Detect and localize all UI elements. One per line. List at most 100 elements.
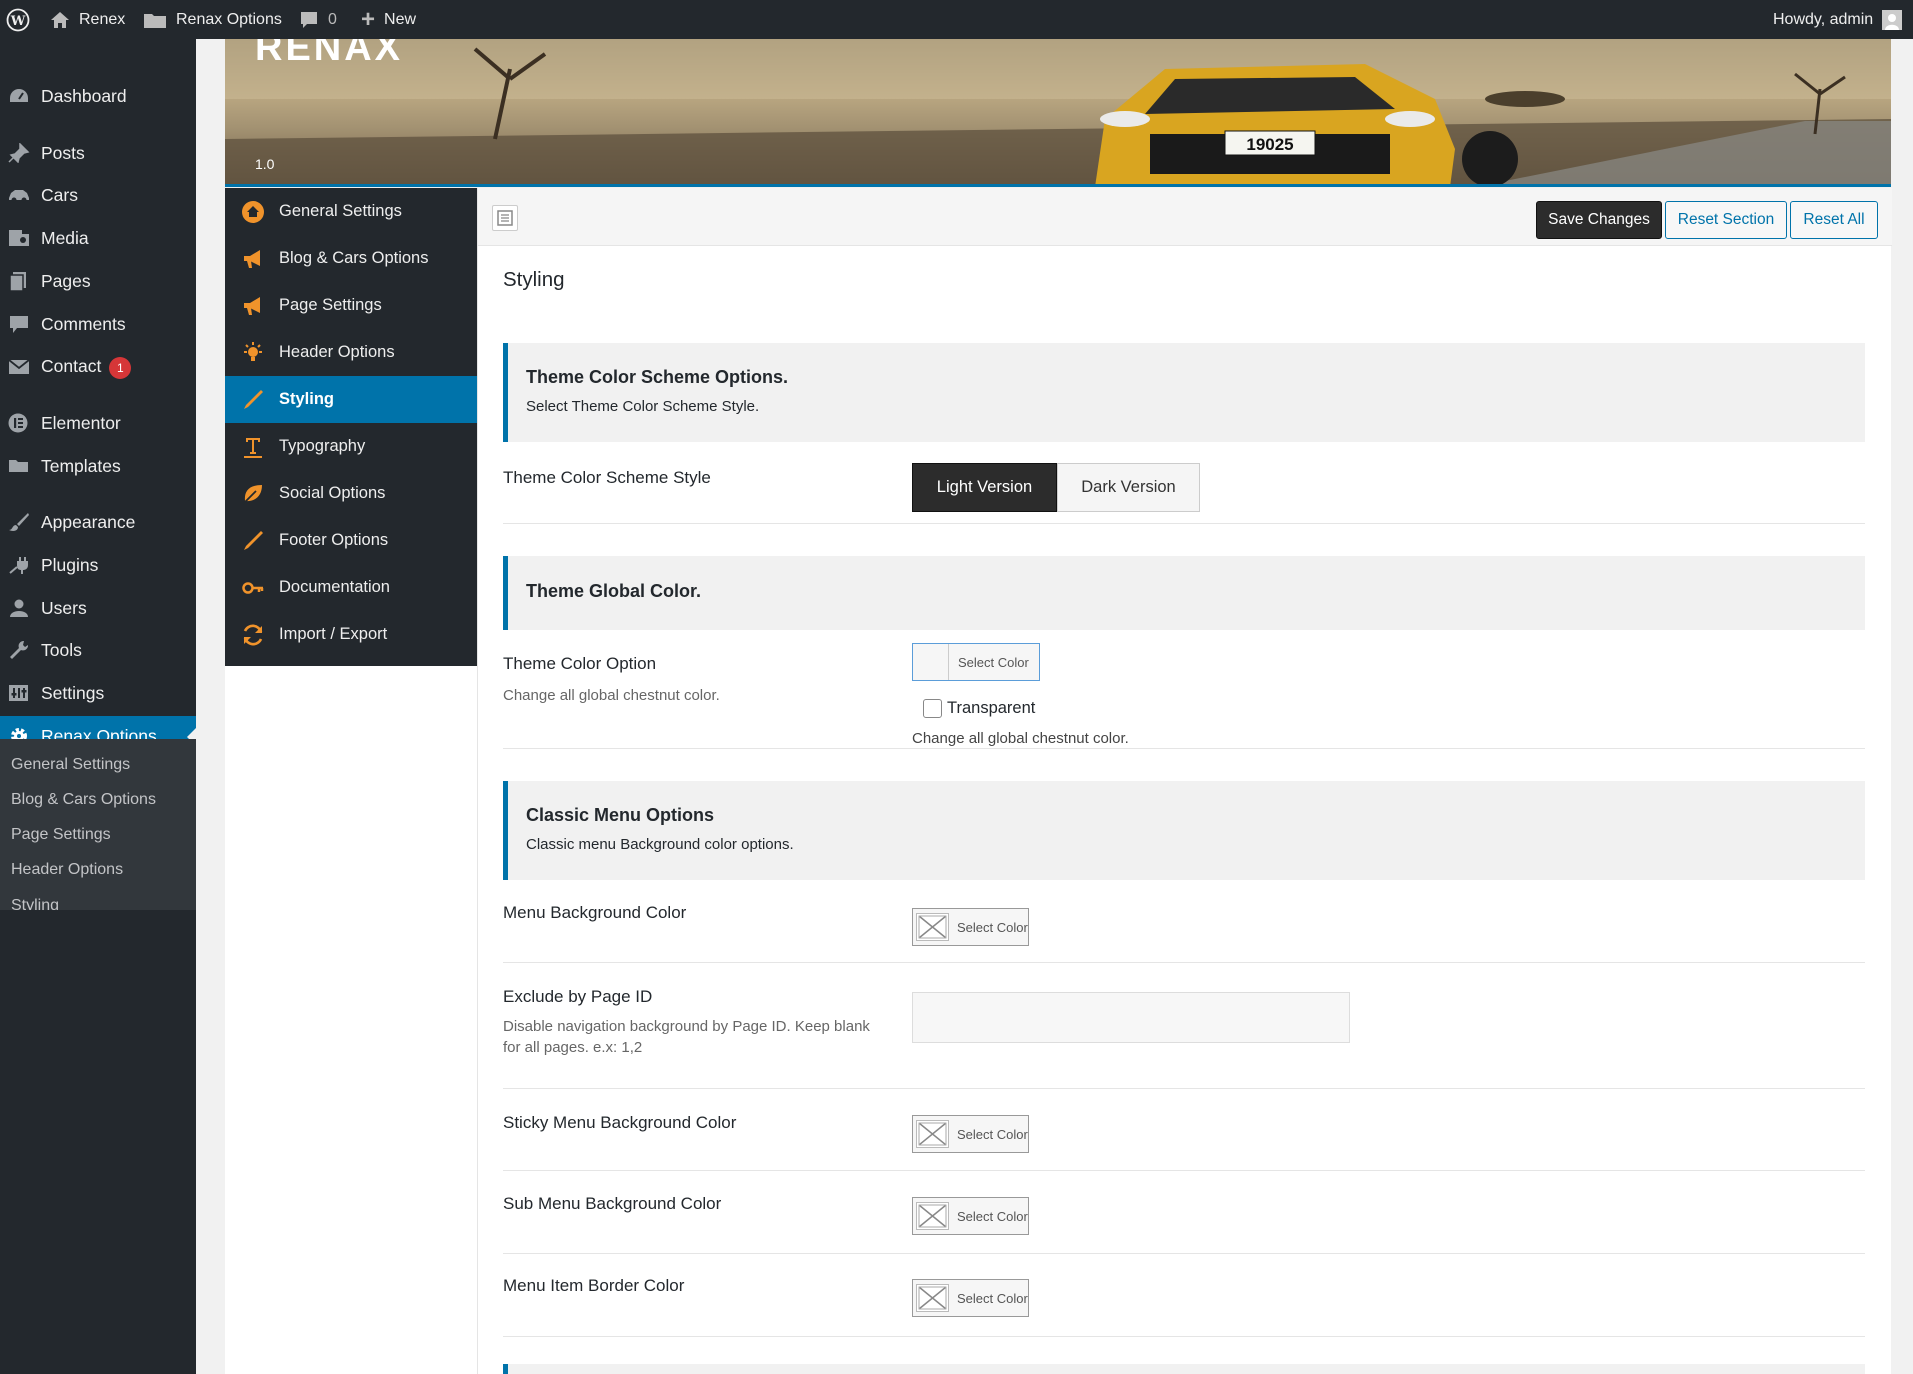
wrench-icon	[10, 640, 29, 659]
pages-icon	[9, 272, 26, 291]
field-label: Theme Color Option	[503, 654, 657, 673]
wordpress-logo-icon[interactable]: W	[6, 0, 30, 39]
site-name-link[interactable]: Renex	[50, 0, 125, 39]
submenu-item[interactable]: Page Settings	[11, 826, 111, 844]
menu-dashboard[interactable]: Dashboard	[0, 76, 196, 116]
color-swatch	[913, 644, 949, 680]
folder-icon	[144, 13, 166, 28]
transparent-checkbox[interactable]	[923, 699, 942, 718]
sub-bg-color-picker[interactable]: Select Color	[912, 1197, 1029, 1235]
my-account[interactable]: Howdy, admin	[1773, 0, 1903, 39]
options-link[interactable]: Renax Options	[143, 0, 282, 39]
dashboard-icon	[10, 89, 28, 102]
select-color-label: Select Color	[958, 654, 1029, 670]
submenu-item[interactable]: Styling	[11, 897, 59, 910]
tab-documentation[interactable]: Documentation	[225, 564, 477, 611]
pin-icon	[8, 143, 30, 163]
save-changes-button[interactable]: Save Changes	[1536, 201, 1662, 239]
section-color-scheme: Theme Color Scheme Options. Select Theme…	[503, 343, 1865, 442]
home-icon	[51, 11, 69, 28]
dark-version-option[interactable]: Dark Version	[1057, 463, 1200, 512]
tab-header-options[interactable]: Header Options	[225, 329, 477, 376]
notification-badge: 1	[109, 356, 132, 379]
banner-image: 19025	[225, 39, 1891, 187]
section-title: Theme Global Color.	[526, 581, 702, 601]
howdy-text: Howdy, admin	[1773, 10, 1874, 28]
mail-icon	[8, 359, 30, 374]
brush-icon	[9, 513, 29, 531]
menu-bg-color-picker[interactable]: Select Color	[912, 908, 1029, 946]
field-row-menu-bg: Menu Background Color	[503, 880, 1865, 963]
tab-import-export[interactable]: Import / Export	[225, 611, 477, 658]
home-icon	[242, 201, 264, 223]
text-icon	[244, 438, 262, 458]
menu-label: Dashboard	[41, 85, 127, 106]
banner-divider	[225, 184, 1891, 187]
tab-label: Import / Export	[279, 625, 388, 643]
menu-settings[interactable]: Settings	[0, 673, 196, 713]
field-label: Exclude by Page ID	[503, 987, 653, 1006]
transparent-note: Change all global chestnut color.	[912, 730, 1129, 747]
tab-label: Typography	[279, 437, 366, 455]
avatar	[1882, 9, 1903, 30]
tab-styling[interactable]: Styling	[225, 376, 477, 423]
field-row-sticky-bg: Sticky Menu Background Color	[503, 1089, 1865, 1171]
options-header-banner: 19025 RENAX 1.0	[225, 39, 1891, 187]
tab-social-options[interactable]: Social Options	[225, 470, 477, 517]
submenu-item[interactable]: Blog & Cars Options	[11, 791, 156, 809]
menu-appearance[interactable]: Appearance	[0, 502, 196, 542]
menu-templates[interactable]: Templates	[0, 446, 196, 486]
media-icon	[9, 230, 29, 246]
menu-label: Tools	[41, 639, 82, 660]
refresh-icon	[243, 624, 263, 646]
elementor-icon	[8, 413, 28, 433]
tab-label: General Settings	[279, 202, 402, 220]
section-title: Classic Menu Options	[526, 805, 715, 825]
tab-blog-cars-options[interactable]: Blog & Cars Options	[225, 235, 477, 282]
submenu-item[interactable]: Header Options	[11, 861, 123, 879]
tab-label: Social Options	[279, 484, 386, 502]
menu-pages[interactable]: Pages	[0, 261, 196, 301]
megaphone-icon	[244, 250, 260, 268]
menu-contact[interactable]: Contact 1	[0, 347, 196, 387]
comments-link[interactable]: 0	[299, 0, 337, 39]
menu-media[interactable]: Media	[0, 218, 196, 258]
field-label: Menu Background Color	[503, 903, 687, 922]
transparent-checkbox-row[interactable]: Transparent	[923, 699, 1035, 718]
field-desc-line2: for all pages. e.x: 1,2	[503, 1039, 643, 1056]
section-global-color: Theme Global Color.	[503, 556, 1865, 630]
new-content-link[interactable]: + New	[361, 0, 416, 39]
light-version-option[interactable]: Light Version	[912, 463, 1057, 512]
reset-section-button[interactable]: Reset Section	[1665, 201, 1787, 239]
field-label: Theme Color Scheme Style	[503, 468, 711, 487]
tab-general-settings[interactable]: General Settings	[225, 188, 477, 235]
options-main-panel: Save Changes Reset Section Reset All Sty…	[477, 188, 1892, 1374]
submenu-item[interactable]: General Settings	[11, 756, 130, 774]
menu-elementor[interactable]: Elementor	[0, 403, 196, 443]
menu-users[interactable]: Users	[0, 588, 196, 628]
menu-comments[interactable]: Comments	[0, 304, 196, 344]
menu-tools[interactable]: Tools	[0, 630, 196, 670]
tab-page-settings[interactable]: Page Settings	[225, 282, 477, 329]
theme-color-picker[interactable]: Select Color	[912, 643, 1040, 681]
menu-plugins[interactable]: Plugins	[0, 545, 196, 585]
section-title: Theme Color Scheme Options.	[526, 367, 789, 387]
plus-icon: +	[361, 5, 376, 33]
tab-footer-options[interactable]: Footer Options	[225, 517, 477, 564]
reset-all-button[interactable]: Reset All	[1790, 201, 1878, 239]
expand-toggle-icon[interactable]	[492, 205, 518, 231]
tab-typography[interactable]: Typography	[225, 423, 477, 470]
field-row-border-color: Menu Item Border Color	[503, 1254, 1865, 1337]
exclude-page-id-input[interactable]	[912, 992, 1350, 1043]
menu-label: Elementor	[41, 412, 121, 433]
border-color-picker[interactable]: Select Color	[912, 1279, 1029, 1317]
menu-posts[interactable]: Posts	[0, 133, 196, 173]
sticky-bg-color-picker[interactable]: Select Color	[912, 1115, 1029, 1153]
select-color-label: Select Color	[957, 919, 1028, 935]
no-color-swatch-icon	[916, 913, 949, 941]
menu-label: Contact	[41, 355, 102, 376]
lightbulb-icon	[244, 342, 262, 361]
menu-label: Settings	[41, 682, 105, 703]
section-desc: Select Theme Color Scheme Style.	[526, 398, 760, 415]
menu-cars[interactable]: Cars	[0, 175, 196, 215]
